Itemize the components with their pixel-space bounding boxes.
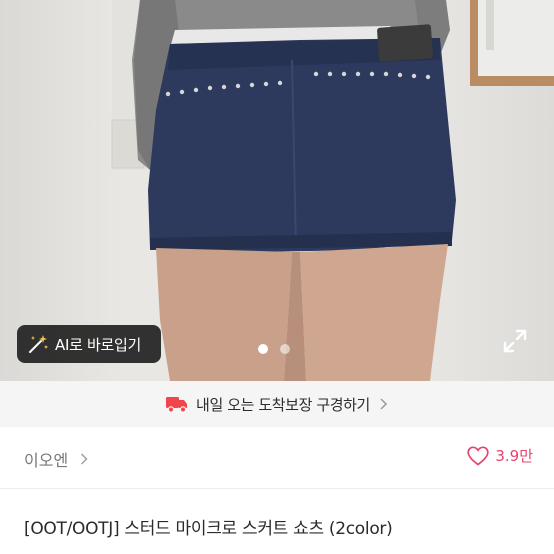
shop-info-row: 이오엔 3.9만 (0, 427, 554, 489)
product-photo-illustration (111, 0, 554, 381)
like-count: 3.9만 (495, 447, 533, 465)
delivery-guarantee-banner[interactable]: 내일 오는 도착보장 구경하기 (0, 381, 554, 427)
delivery-truck-icon (166, 397, 188, 413)
product-photo[interactable]: AI로 바로입기 (0, 0, 554, 381)
carousel-dot[interactable] (280, 344, 290, 354)
like-button[interactable]: 3.9만 (467, 445, 533, 466)
chevron-right-icon (81, 453, 88, 465)
shop-name: 이오엔 (24, 451, 69, 470)
expand-icon[interactable] (502, 328, 528, 354)
ai-try-on-label: AI로 바로입기 (55, 335, 142, 354)
magic-wand-icon (29, 335, 48, 353)
chevron-right-icon (380, 398, 388, 410)
heart-icon (467, 445, 489, 466)
shop-link[interactable]: 이오엔 (24, 447, 88, 471)
carousel-indicator (258, 344, 290, 354)
product-title: [OOT/OOTJ] 스터드 마이크로 스커트 쇼츠 (2color) (24, 519, 393, 539)
carousel-dot-active[interactable] (258, 344, 268, 354)
delivery-banner-text: 내일 오는 도착보장 구경하기 (196, 395, 370, 414)
ai-try-on-button[interactable]: AI로 바로입기 (17, 325, 161, 363)
